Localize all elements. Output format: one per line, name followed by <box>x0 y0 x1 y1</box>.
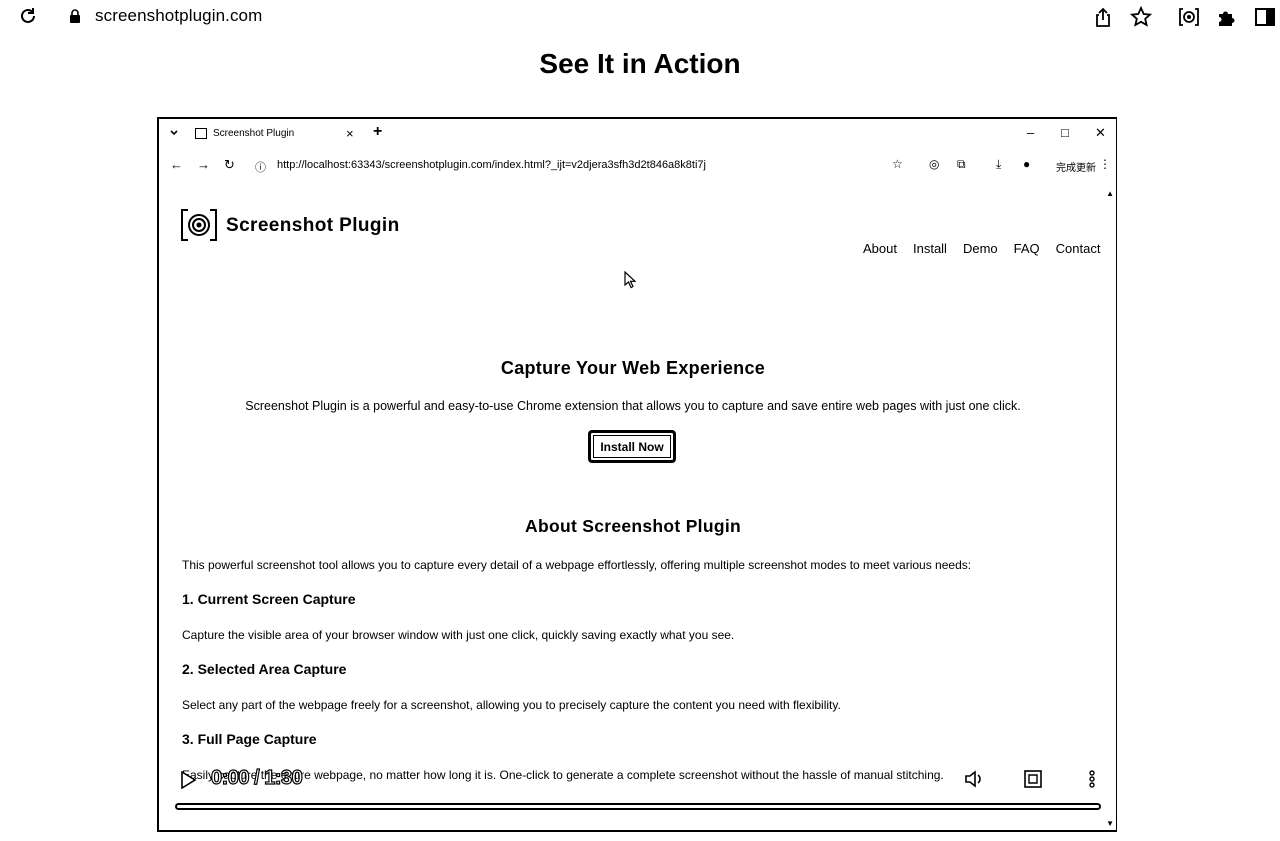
page-title: See It in Action <box>539 48 741 79</box>
site-logo-icon <box>181 209 217 241</box>
feature-text: Select any part of the webpage freely fo… <box>182 698 841 712</box>
close-window-icon: ✕ <box>1095 125 1106 140</box>
demo-video[interactable]: Screenshot Plugin × + – □ ✕ ← → ↻ ⓘ http… <box>157 117 1117 832</box>
feature-text: Capture the visible area of your browser… <box>182 628 735 642</box>
inner-tab-title: Screenshot Plugin <box>213 128 295 139</box>
sidebar-icon[interactable] <box>1254 6 1276 28</box>
maximize-icon: □ <box>1061 125 1069 140</box>
hero-text: Screenshot Plugin is a powerful and easy… <box>245 399 1021 413</box>
feature-title: 1. Current Screen Capture <box>182 591 356 607</box>
reload-icon[interactable] <box>18 6 38 26</box>
nav-demo: Demo <box>962 241 998 256</box>
new-tab-icon: + <box>373 123 383 140</box>
screenshot-icon: ◎ <box>929 157 940 171</box>
minimize-icon: – <box>1027 125 1035 140</box>
outer-browser-toolbar: screenshotplugin.com <box>0 0 1280 34</box>
forward-icon: → <box>197 157 210 172</box>
fullscreen-icon[interactable] <box>1023 769 1043 789</box>
site-brand: Screenshot Plugin <box>226 215 400 236</box>
star-icon: ☆ <box>892 157 903 171</box>
avatar: ● <box>1023 157 1031 171</box>
scroll-down-icon: ▼ <box>1106 819 1114 828</box>
nav-contact: Contact <box>1055 241 1101 256</box>
video-progress-bar[interactable] <box>175 803 1101 810</box>
install-now-button: Install Now <box>588 430 676 463</box>
screenshot-icon[interactable] <box>1178 6 1200 28</box>
more-options-icon[interactable] <box>1082 769 1102 789</box>
inner-address-bar: ← → ↻ ⓘ http://localhost:63343/screensho… <box>159 153 1116 179</box>
nav-install: Install <box>912 241 947 256</box>
share-icon[interactable] <box>1092 6 1114 28</box>
hero-title: Capture Your Web Experience <box>500 358 766 378</box>
menu-icon: ⋮ <box>1099 157 1111 171</box>
play-icon[interactable] <box>179 771 197 789</box>
inner-tab-bar: Screenshot Plugin × + – □ ✕ <box>159 119 1116 149</box>
extensions-icon: ⧉ <box>957 157 966 171</box>
reload-icon: ↻ <box>224 157 235 172</box>
nav-about: About <box>863 241 897 256</box>
feature-title: 2. Selected Area Capture <box>182 661 347 677</box>
nav-faq: FAQ <box>1013 241 1040 256</box>
address-bar-url[interactable]: screenshotplugin.com <box>95 6 262 26</box>
site-info-icon: ⓘ <box>255 162 266 174</box>
chevron-down-icon <box>170 130 178 136</box>
update-label: 完成更新 <box>1056 163 1096 174</box>
scroll-up-icon: ▲ <box>1106 189 1114 198</box>
close-tab-icon: × <box>346 126 354 141</box>
mouse-cursor-icon <box>624 271 636 289</box>
extensions-icon[interactable] <box>1216 6 1238 28</box>
download-icon: ⤓ <box>996 157 1002 171</box>
volume-icon[interactable] <box>964 769 984 789</box>
feature-title: 3. Full Page Capture <box>182 731 317 747</box>
tab-favicon-icon <box>195 128 207 139</box>
video-time: 0:00 / 1:30 <box>210 766 303 789</box>
inner-url: http://localhost:63343/screenshotplugin.… <box>277 159 706 171</box>
about-title: About Screenshot Plugin <box>525 516 741 536</box>
site-nav: About Install Demo FAQ Contact <box>863 241 1116 256</box>
about-intro: This powerful screenshot tool allows you… <box>182 558 972 572</box>
lock-icon <box>70 9 80 23</box>
star-icon[interactable] <box>1130 6 1152 28</box>
back-icon: ← <box>170 157 183 172</box>
